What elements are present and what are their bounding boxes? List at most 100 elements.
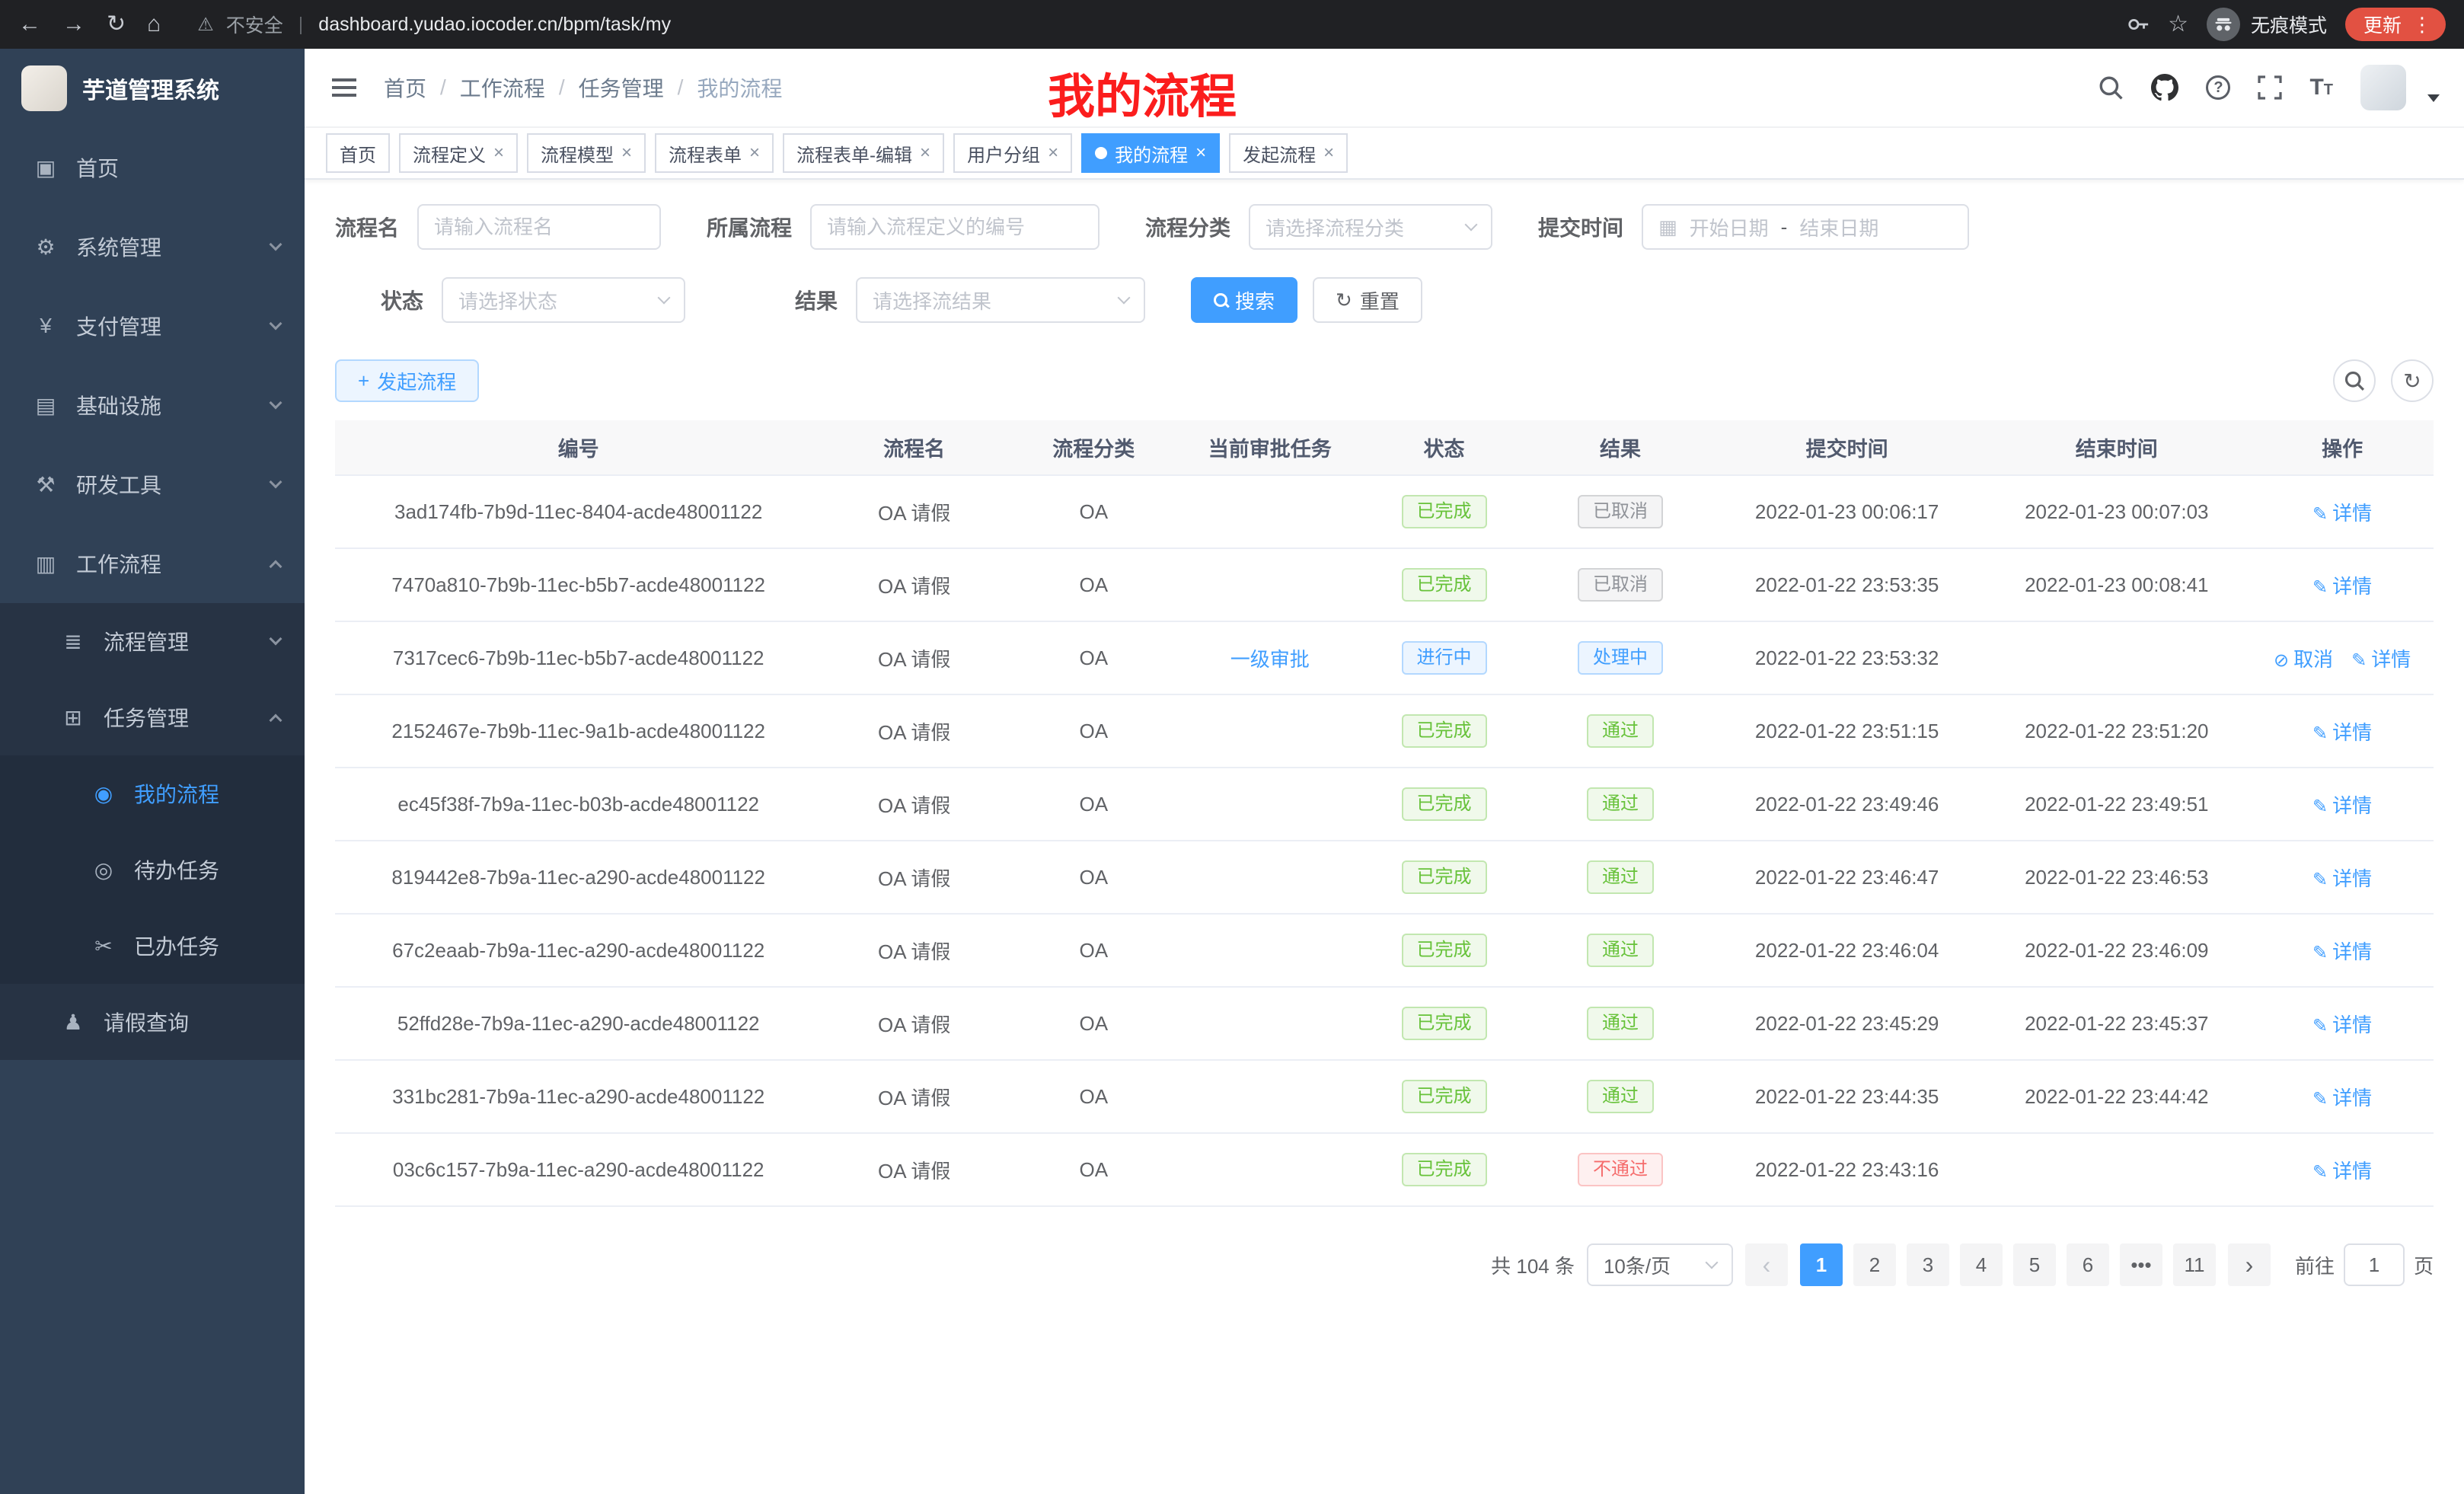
close-icon[interactable]: × [749, 142, 760, 164]
page-size-select[interactable]: 10条/页 [1587, 1243, 1733, 1286]
detail-link[interactable]: ✎详情 [2312, 502, 2372, 525]
page-button-5[interactable]: 5 [2013, 1243, 2056, 1286]
close-icon[interactable]: × [621, 142, 632, 164]
filter-process-def: 所属流程 [707, 204, 1100, 250]
user-avatar[interactable] [2360, 65, 2406, 110]
tab-2[interactable]: 流程定义× [399, 133, 518, 173]
cell-submit-time: 2022-01-22 23:53:32 [1712, 621, 1983, 694]
sidebar-item-label: 流程管理 [104, 626, 189, 656]
close-icon[interactable]: × [1048, 142, 1058, 164]
detail-link[interactable]: ✎详情 [2312, 1160, 2372, 1183]
detail-link[interactable]: ✎详情 [2312, 794, 2372, 817]
tab-4[interactable]: 流程表单× [655, 133, 774, 173]
breadcrumb-item[interactable]: 工作流程 [460, 72, 545, 103]
detail-link[interactable]: ✎详情 [2351, 648, 2411, 671]
detail-link[interactable]: ✎详情 [2312, 721, 2372, 744]
detail-link[interactable]: ✎详情 [2312, 1087, 2372, 1109]
start-process-button[interactable]: + 发起流程 [335, 359, 479, 402]
sidebar-item-workflow[interactable]: ▥ 工作流程 [0, 524, 305, 603]
detail-link[interactable]: ✎详情 [2312, 867, 2372, 890]
tab-label: 首页 [340, 140, 376, 167]
browser-menu-icon[interactable]: ⋮ [2412, 13, 2432, 37]
breadcrumb-item[interactable]: 首页 [384, 72, 426, 103]
tab-6[interactable]: 用户分组× [953, 133, 1072, 173]
cell-result: 已取消 [1529, 548, 1712, 621]
sidebar-item-my-process[interactable]: ◉ 我的流程 [0, 755, 305, 832]
sidebar-item-todo-tasks[interactable]: ◎ 待办任务 [0, 832, 305, 908]
cell-status: 已完成 [1359, 694, 1529, 768]
fullscreen-icon[interactable] [2258, 75, 2282, 100]
cancel-link[interactable]: ⊘取消 [2274, 648, 2333, 671]
process-name-input[interactable] [434, 215, 644, 239]
incognito-badge: 无痕模式 [2207, 8, 2327, 41]
edit-icon: ✎ [2312, 577, 2328, 598]
category-select[interactable]: 请选择流程分类 [1249, 204, 1492, 250]
app-logo[interactable]: 芋道管理系统 [0, 49, 305, 128]
github-icon[interactable] [2151, 74, 2178, 101]
filter-label: 流程分类 [1145, 212, 1230, 242]
tab-1[interactable]: 首页 [326, 133, 390, 173]
page-button-3[interactable]: 3 [1907, 1243, 1949, 1286]
close-icon[interactable]: × [1195, 142, 1206, 164]
tab-3[interactable]: 流程模型× [527, 133, 646, 173]
page-button-6[interactable]: 6 [2067, 1243, 2109, 1286]
sidebar-item-payment[interactable]: ¥ 支付管理 [0, 286, 305, 366]
browser-home-icon[interactable]: ⌂ [147, 13, 161, 36]
tab-8[interactable]: 发起流程× [1229, 133, 1348, 173]
close-icon[interactable]: × [1323, 142, 1334, 164]
address-bar[interactable]: ⚠ 不安全 | dashboard.yudao.iocoder.cn/bpm/t… [197, 11, 2105, 38]
sidebar-item-system[interactable]: ⚙ 系统管理 [0, 207, 305, 286]
current-task-link[interactable]: 一级审批 [1230, 648, 1310, 671]
goto-page: 前往 页 [2295, 1243, 2434, 1286]
detail-link[interactable]: ✎详情 [2312, 940, 2372, 963]
refresh-table-button[interactable]: ↻ [2391, 359, 2434, 402]
close-icon[interactable]: × [493, 142, 504, 164]
update-button[interactable]: 更新 ⋮ [2345, 8, 2446, 41]
sidebar-item-process-mgmt[interactable]: ≣ 流程管理 [0, 603, 305, 679]
toggle-search-button[interactable] [2333, 359, 2376, 402]
sidebar-item-home[interactable]: ▣ 首页 [0, 128, 305, 207]
cell-process-id: 03c6c157-7b9a-11ec-a290-acde48001122 [335, 1133, 822, 1206]
status-select[interactable]: 请选择状态 [442, 277, 685, 323]
breadcrumb-item[interactable]: 任务管理 [579, 72, 664, 103]
date-range-picker[interactable]: ▦ 开始日期 - 结束日期 [1642, 204, 1969, 250]
page-button-11[interactable]: 11 [2173, 1243, 2216, 1286]
reset-button[interactable]: ↻ 重置 [1313, 277, 1422, 323]
close-icon[interactable]: × [920, 142, 930, 164]
cell-process-name: OA 请假 [822, 914, 1007, 987]
page-button-1[interactable]: 1 [1800, 1243, 1843, 1286]
page-button-4[interactable]: 4 [1960, 1243, 2003, 1286]
bookmark-star-icon[interactable]: ☆ [2168, 13, 2188, 36]
page-button-2[interactable]: 2 [1853, 1243, 1896, 1286]
browser-back-icon[interactable]: ← [18, 13, 41, 36]
browser-forward-icon[interactable]: → [62, 13, 85, 36]
browser-reload-icon[interactable]: ↻ [107, 13, 126, 36]
more-pages-button[interactable]: ••• [2120, 1243, 2162, 1286]
warning-icon: ⚠ [197, 14, 214, 36]
next-page-button[interactable]: › [2228, 1243, 2271, 1286]
sidebar-item-infrastructure[interactable]: ▤ 基础设施 [0, 366, 305, 445]
avatar-dropdown-caret[interactable] [2427, 94, 2440, 102]
page-size-value: 10条/页 [1604, 1251, 1671, 1279]
detail-link[interactable]: ✎详情 [2312, 1014, 2372, 1036]
sidebar-item-leave-query[interactable]: ♟ 请假查询 [0, 984, 305, 1060]
result-select[interactable]: 请选择流结果 [856, 277, 1145, 323]
process-def-input[interactable] [827, 215, 1083, 239]
table-row: 7317cec6-7b9b-11ec-b5b7-acde48001122OA 请… [335, 621, 2434, 694]
detail-link[interactable]: ✎详情 [2312, 575, 2372, 598]
sidebar-toggle-icon[interactable] [329, 72, 359, 103]
search-button[interactable]: 搜索 [1191, 277, 1297, 323]
cell-status: 已完成 [1359, 987, 1529, 1060]
sidebar-item-devtools[interactable]: ⚒ 研发工具 [0, 445, 305, 524]
tab-7[interactable]: 我的流程× [1081, 133, 1220, 173]
sidebar-item-done-tasks[interactable]: ✂ 已办任务 [0, 908, 305, 984]
help-icon[interactable]: ? [2206, 75, 2230, 100]
search-icon[interactable] [2098, 75, 2124, 101]
key-icon[interactable] [2127, 13, 2150, 36]
sidebar-item-task-mgmt[interactable]: ⊞ 任务管理 [0, 679, 305, 755]
tab-5[interactable]: 流程表单-编辑× [783, 133, 944, 173]
goto-page-input[interactable] [2344, 1243, 2405, 1286]
edit-icon: ✎ [2312, 796, 2328, 817]
font-size-icon[interactable]: TT [2309, 75, 2333, 101]
prev-page-button[interactable]: ‹ [1745, 1243, 1788, 1286]
